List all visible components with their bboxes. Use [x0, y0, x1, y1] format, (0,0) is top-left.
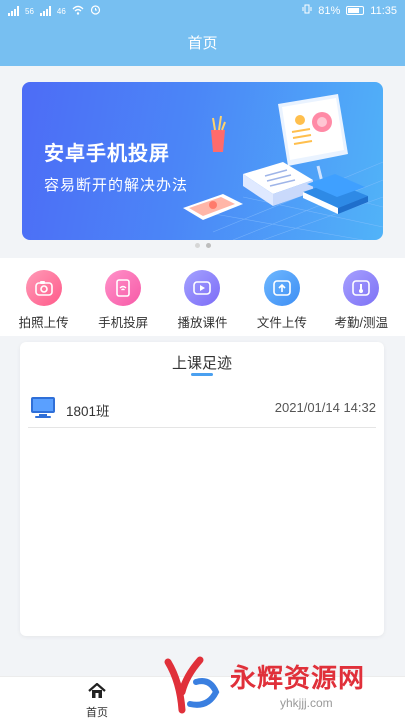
- action-play-courseware[interactable]: 播放课件: [164, 258, 240, 336]
- page-title: 首页: [187, 35, 218, 52]
- class-time: 2021/01/14 14:32: [274, 400, 376, 415]
- action-label: 文件上传: [256, 316, 307, 330]
- nav-home-label: 首页: [86, 707, 108, 719]
- action-phone-cast[interactable]: 手机投屏: [85, 258, 161, 336]
- pagination-dot-active[interactable]: [205, 243, 211, 248]
- action-label: 拍照上传: [18, 316, 69, 330]
- play-icon: [184, 270, 221, 306]
- banner-pagination: [0, 243, 405, 248]
- section-title: 上课足迹: [171, 355, 232, 372]
- banner-headline: 安卓手机投屏: [44, 143, 170, 165]
- class-footprints-card: 上课足迹 1801班 2021/01/14 14:32: [20, 342, 384, 636]
- thermometer-icon: [343, 270, 380, 306]
- status-bar: 56 46 81% 11:35: [0, 0, 405, 22]
- camera-icon: [25, 270, 62, 306]
- signal-icon-2: [39, 6, 51, 16]
- action-attendance-temperature[interactable]: 考勤/测温: [323, 258, 399, 336]
- upload-icon: [263, 270, 300, 306]
- class-name: 1801班: [66, 404, 110, 419]
- action-file-upload[interactable]: 文件上传: [244, 258, 320, 336]
- network-label-2: 46: [56, 6, 66, 16]
- phone-cast-icon: [105, 270, 142, 306]
- nav-home[interactable]: 首页: [86, 682, 108, 720]
- app-header: 56 46 81% 11:35 首页: [0, 0, 405, 66]
- banner-subline: 容易断开的解决办法: [44, 177, 189, 194]
- battery-icon: [346, 6, 365, 15]
- wifi-icon: [72, 5, 84, 18]
- watermark-url: yhkjjj.com: [280, 696, 333, 710]
- clock: 11:35: [370, 4, 397, 17]
- battery-percent: 81%: [318, 4, 341, 17]
- alarm-icon: [90, 4, 101, 18]
- action-label: 手机投屏: [98, 316, 149, 330]
- monitor-icon: [30, 396, 56, 425]
- home-icon: [88, 682, 106, 702]
- action-photo-upload[interactable]: 拍照上传: [6, 258, 82, 336]
- watermark: 永辉资源网 yhkjjj.com: [160, 648, 400, 720]
- action-label: 考勤/测温: [334, 316, 388, 330]
- watermark-text: 永辉资源网: [230, 663, 366, 693]
- watermark-logo-icon: [164, 656, 220, 714]
- devices-illustration-icon: [183, 94, 383, 240]
- title-underline: [191, 373, 213, 376]
- signal-icon: [8, 6, 19, 16]
- vibrate-icon: [302, 4, 312, 17]
- list-item[interactable]: 1801班 2021/01/14 14:32: [28, 392, 376, 428]
- network-label: 56: [25, 6, 34, 16]
- pagination-dot[interactable]: [194, 243, 200, 248]
- promo-banner[interactable]: 安卓手机投屏 容易断开的解决办法: [22, 82, 383, 240]
- quick-actions: 拍照上传 手机投屏 播放课件 文件上传 考勤/测温: [0, 258, 405, 336]
- action-label: 播放课件: [177, 316, 228, 330]
